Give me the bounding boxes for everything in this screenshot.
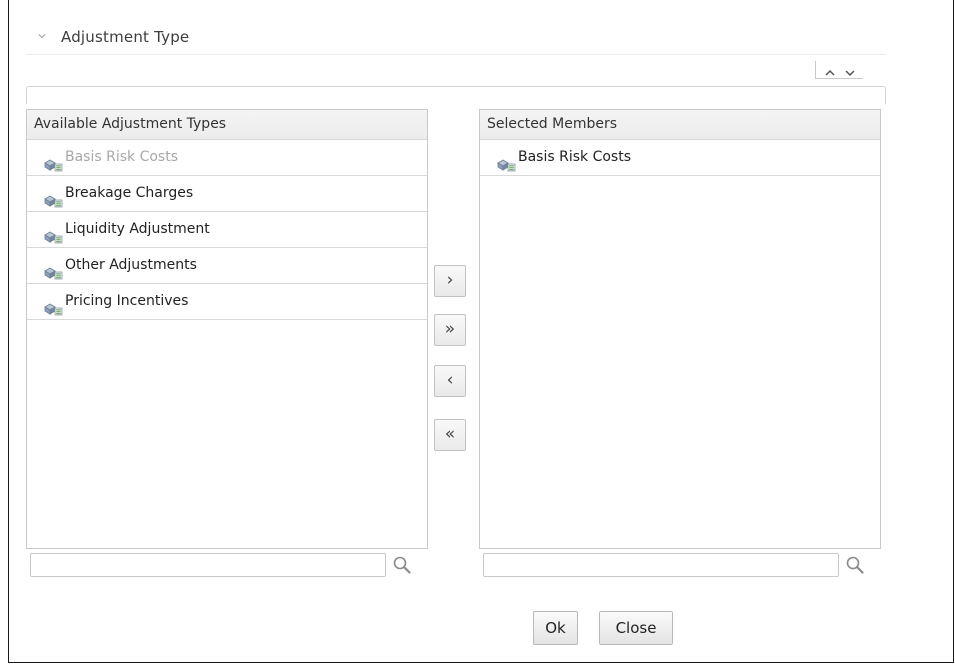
list-item-label: Basis Risk Costs <box>518 149 631 165</box>
move-all-button[interactable]: » <box>434 314 466 346</box>
move-selected-button[interactable]: › <box>434 265 466 297</box>
remove-all-button[interactable]: « <box>434 419 466 451</box>
search-icon[interactable] <box>845 555 865 575</box>
member-icon <box>43 151 63 172</box>
member-icon <box>43 223 63 244</box>
move-down-icon[interactable] <box>844 64 856 77</box>
available-list-item[interactable]: Other Adjustments <box>27 248 427 284</box>
available-list-item[interactable]: Breakage Charges <box>27 176 427 212</box>
close-button[interactable]: Close <box>599 611 673 645</box>
selected-list-item[interactable]: Basis Risk Costs <box>480 140 880 176</box>
member-icon <box>43 295 63 316</box>
move-up-icon[interactable] <box>824 64 836 76</box>
section-header[interactable]: Adjustment Type <box>26 24 886 55</box>
member-icon <box>43 187 63 208</box>
member-icon <box>496 151 516 172</box>
chevron-down-icon[interactable] <box>38 32 46 40</box>
available-list[interactable]: Available Adjustment Types Basis Risk Co… <box>26 109 428 549</box>
reorder-controls <box>815 61 863 79</box>
remove-selected-button[interactable]: ‹ <box>434 365 466 397</box>
selected-list[interactable]: Selected Members Basis Risk Costs <box>479 109 881 549</box>
selected-list-header: Selected Members <box>480 110 880 140</box>
available-list-item[interactable]: Basis Risk Costs <box>27 140 427 176</box>
ok-button[interactable]: Ok <box>533 611 578 645</box>
list-item-label: Liquidity Adjustment <box>65 221 210 237</box>
available-search-input[interactable] <box>30 553 386 577</box>
available-list-header: Available Adjustment Types <box>27 110 427 140</box>
section-title: Adjustment Type <box>61 28 190 46</box>
list-item-label: Pricing Incentives <box>65 293 189 309</box>
list-item-label: Breakage Charges <box>65 185 194 201</box>
available-list-item[interactable]: Liquidity Adjustment <box>27 212 427 248</box>
shuttle-container-top <box>26 86 886 104</box>
search-icon[interactable] <box>392 555 412 575</box>
list-item-label: Basis Risk Costs <box>65 149 178 165</box>
member-icon <box>43 259 63 280</box>
selected-search-input[interactable] <box>483 553 839 577</box>
list-item-label: Other Adjustments <box>65 257 197 273</box>
available-list-item[interactable]: Pricing Incentives <box>27 284 427 320</box>
